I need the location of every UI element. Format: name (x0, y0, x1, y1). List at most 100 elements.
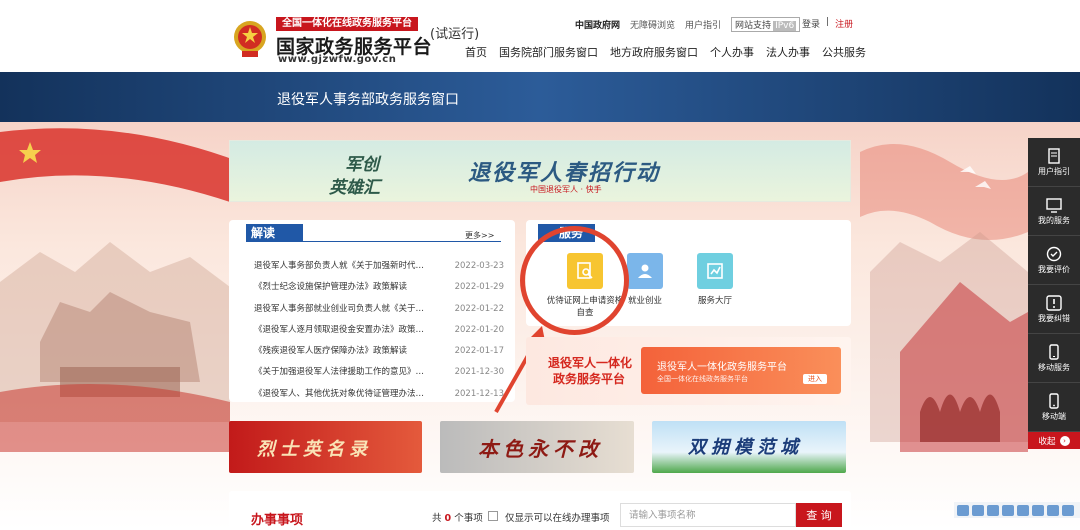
item-title: 退役军人事务部负责人就《关于加强新时代退役军人就业创业工作的意见》答记者问 (254, 261, 426, 271)
item-title: 《退役军人逐月领取退役金安置办法》政策解读 (254, 324, 426, 335)
interpretation-title: 解读 (251, 226, 276, 240)
search-button[interactable]: 查 询 (796, 503, 842, 527)
site-header: 全国一体化在线政务服务平台 国家政务服务平台 www.gjzwfw.gov.cn… (0, 0, 1080, 72)
my-service-icon (1028, 195, 1080, 215)
matters-title: 办事事项 (251, 513, 304, 528)
report-error-icon (1028, 293, 1080, 313)
toolbar-tool-icon[interactable] (1047, 504, 1059, 516)
platform-enter-button[interactable]: 进入 (803, 374, 827, 384)
floating-sidebar: 用户指引 我的服务 我要评价 我要纠错 移动服务 移动端 收起 › (1028, 138, 1080, 449)
ipv6-tag: IPv6 (773, 21, 797, 31)
brand-tagline: 全国一体化在线政务服务平台 (276, 17, 418, 31)
matter-search-input[interactable] (620, 503, 796, 527)
toolbar-tool-icon[interactable] (957, 504, 969, 516)
service-hall[interactable]: 服务大厅 (675, 253, 755, 306)
sidebar-item-my-service[interactable]: 我的服务 (1028, 187, 1080, 236)
top-links: 中国政府网 无障碍浏览 用户指引 网站支持 IPv6 (575, 17, 801, 32)
toolbar-tool-icon[interactable] (1032, 504, 1044, 516)
ipv6-badge: 网站支持 IPv6 (731, 17, 801, 32)
spring-recruit-banner[interactable]: 军创 英雄汇 退役军人春招行动 中国退役军人 · 快手 (229, 140, 851, 202)
window-banner: 退役军人事务部政务服务窗口 (0, 72, 1080, 122)
national-emblem-icon (234, 21, 266, 57)
sidebar-item-mobile[interactable]: 移动端 (1028, 383, 1080, 432)
guide-link[interactable]: 用户指引 (685, 18, 721, 31)
veterans-platform-panel: 退役军人一体化 政务服务平台 退役军人一体化政务服务平台 全国一体化在线政务服务… (526, 337, 851, 405)
auth-divider: | (826, 17, 830, 27)
list-item[interactable]: 《残疾退役军人医疗保障办法》政策解读 2022-01-17 (254, 344, 504, 365)
model-city-banner[interactable]: 双拥模范城 (652, 421, 846, 473)
promo-org: 中国退役军人 · 快手 (530, 185, 602, 194)
item-date: 2022-01-29 (454, 282, 504, 293)
list-item[interactable]: 退役军人事务部负责人就《关于加强新时代退役军人就业创业工作的意见》答记者问 202… (254, 259, 504, 280)
nav-personal[interactable]: 个人办事 (710, 44, 754, 60)
sidebar-collapse-button[interactable]: 收起 › (1028, 432, 1080, 449)
item-title: 退役军人事务部就业创业司负责人就《关于进一步做好退役军人就业创业工作》答记者问 (254, 303, 426, 314)
sidebar-label: 我要纠错 (1038, 314, 1070, 323)
interpretation-panel: 解读 更多>> 退役军人事务部负责人就《关于加强新时代退役军人就业创业工作的意见… (229, 220, 515, 402)
guide-icon (1028, 146, 1080, 166)
employment-icon (627, 253, 663, 289)
platform-card-title: 退役军人一体化政务服务平台 (657, 362, 787, 373)
nav-local-gov[interactable]: 地方政府服务窗口 (610, 44, 698, 60)
list-item[interactable]: 退役军人事务部就业创业司负责人就《关于进一步做好退役军人就业创业工作》答记者问2… (254, 302, 504, 323)
accessibility-toolbar (954, 502, 1080, 518)
matters-bar: 办事事项 共 0 个事项 仅显示可以在线办理事项 查 询 (229, 491, 851, 530)
register-link[interactable]: 注册 (835, 17, 853, 30)
collapse-label: 收起 (1038, 436, 1056, 447)
sidebar-label: 移动服务 (1038, 363, 1070, 372)
promo-line1: 军创 (345, 155, 379, 175)
nav-legal-person[interactable]: 法人办事 (766, 44, 810, 60)
sidebar-item-mobile-service[interactable]: 移动服务 (1028, 334, 1080, 383)
item-date: 2022-03-23 (454, 261, 504, 271)
sidebar-label: 用户指引 (1038, 167, 1070, 176)
main-nav: 首页 国务院部门服务窗口 地方政府服务窗口 个人办事 法人办事 公共服务 (465, 44, 866, 60)
login-link[interactable]: 登录 (802, 17, 820, 30)
service-label: 服务大厅 (697, 296, 732, 306)
list-item[interactable]: 《退役军人、其他优抚对象优待证管理办法（试行）》政策解读2021-12-13 (254, 387, 504, 408)
toolbar-tool-icon[interactable] (1002, 504, 1014, 516)
interpretation-tab: 解读 (246, 224, 303, 242)
list-item[interactable]: 《烈士纪念设施保护管理办法》政策解读 2022-01-29 (254, 280, 504, 301)
item-title: 《残疾退役军人医疗保障办法》政策解读 (254, 346, 408, 357)
toolbar-tool-icon[interactable] (1062, 504, 1074, 516)
toolbar-tool-icon[interactable] (1017, 504, 1029, 516)
platform-line2: 政务服务平台 (553, 372, 626, 386)
count-suffix: 个事项 (454, 513, 483, 524)
service-label: 就业创业 (627, 296, 662, 306)
gov-link[interactable]: 中国政府网 (575, 18, 620, 31)
sidebar-label: 移动端 (1042, 412, 1066, 421)
count-value: 0 (444, 513, 452, 524)
brand-trial: (试运行) (430, 27, 480, 42)
list-item[interactable]: 《关于加强退役军人法律援助工作的意见》政策解读2021-12-30 (254, 365, 504, 386)
panel-divider (246, 241, 501, 242)
sidebar-label: 我的服务 (1038, 216, 1070, 225)
count-prefix: 共 (432, 513, 442, 524)
arrow-right-icon: › (1059, 435, 1070, 446)
toolbar-tool-icon[interactable] (987, 504, 999, 516)
accessible-link[interactable]: 无障碍浏览 (630, 18, 675, 31)
online-only-checkbox[interactable] (488, 511, 498, 521)
nav-state-council[interactable]: 国务院部门服务窗口 (499, 44, 598, 60)
true-color-banner[interactable]: 本色永不改 (440, 421, 634, 473)
list-item[interactable]: 《退役军人逐月领取退役金安置办法》政策解读 2022-01-20 (254, 323, 504, 344)
matters-count: 共 0 个事项 (432, 510, 483, 524)
sidebar-item-evaluate[interactable]: 我要评价 (1028, 236, 1080, 285)
interpretation-list: 退役军人事务部负责人就《关于加强新时代退役军人就业创业工作的意见》答记者问 202… (254, 259, 504, 408)
item-title: 《退役军人、其他优抚对象优待证管理办法（试行）》政策解读 (254, 388, 426, 399)
sidebar-item-report-error[interactable]: 我要纠错 (1028, 285, 1080, 334)
more-link[interactable]: 更多>> (465, 230, 494, 241)
brand-url: www.gjzwfw.gov.cn (278, 54, 397, 65)
promo-line2: 英雄汇 (329, 178, 380, 198)
promo-line3: 退役军人春招行动 (468, 161, 661, 186)
evaluate-icon (1028, 244, 1080, 264)
nav-public-service[interactable]: 公共服务 (822, 44, 866, 60)
nav-home[interactable]: 首页 (465, 44, 487, 60)
mobile-icon (1028, 391, 1080, 411)
banner-text: 双拥模范城 (688, 437, 803, 458)
auth-links: 登录 | 注册 (802, 17, 853, 30)
item-title: 《关于加强退役军人法律援助工作的意见》政策解读 (254, 367, 426, 378)
sidebar-item-guide[interactable]: 用户指引 (1028, 138, 1080, 187)
martyrs-roll-banner[interactable]: 烈士英名录 (229, 421, 422, 473)
toolbar-tool-icon[interactable] (972, 504, 984, 516)
platform-card[interactable]: 退役军人一体化政务服务平台 全国一体化在线政务服务平台 进入 (641, 347, 841, 394)
